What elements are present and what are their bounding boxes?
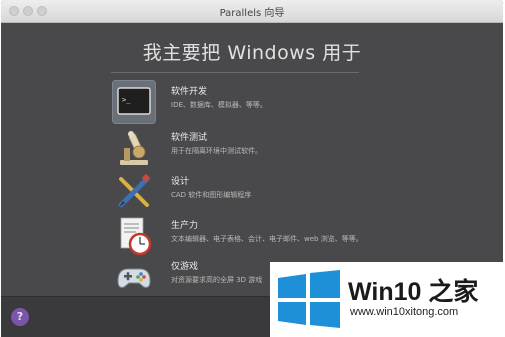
svg-text:>_: >_ [122,96,131,104]
option-description: 用于在隔离环境中测试软件。 [171,147,262,155]
option-description: IDE、数据库、模拟器、等等。 [171,101,267,109]
option-title: 软件测试 [171,133,208,143]
watermark-brand: Win10 之家 [348,278,479,306]
option-icon-box [112,126,156,170]
design-tools-icon [118,173,151,208]
option-title: 仅游戏 [171,262,199,272]
watermark: Win10 之家 www.win10xitong.com [270,262,505,337]
option-design[interactable]: 设计 CAD 软件和图形编辑程序 [112,170,392,214]
option-title: 生产力 [171,221,199,231]
option-icon-box [112,170,156,214]
terminal-icon: >_ [117,87,151,115]
microscope-icon [120,131,148,165]
windows-logo-icon [278,270,340,328]
page-title: 我主要把 Windows 用于 [142,42,362,64]
watermark-url: www.win10xitong.com [350,306,459,318]
option-icon-box: >_ [112,80,156,124]
option-productivity[interactable]: 生产力 文本编辑器、电子表格、会计、电子邮件、web 浏览、等等。 [112,214,392,258]
option-software-development[interactable]: >_ 软件开发 IDE、数据库、模拟器、等等。 [112,80,392,124]
option-description: 对资源要求高的全屏 3D 游戏 [171,276,263,284]
option-title: 设计 [171,177,190,187]
option-title: 软件开发 [171,87,208,97]
help-button[interactable]: ? [11,308,29,326]
title-bar: Parallels 向导 [1,0,503,23]
option-description: 文本编辑器、电子表格、会计、电子邮件、web 浏览、等等。 [171,235,363,243]
title-divider [111,72,359,73]
option-icon-box [112,255,156,299]
option-software-testing[interactable]: 软件测试 用于在隔离环境中测试软件。 [112,126,392,170]
window-title: Parallels 向导 [219,8,285,19]
option-icon-box [112,214,156,258]
document-clock-icon [120,217,152,256]
option-description: CAD 软件和图形编辑程序 [171,191,252,199]
gamepad-icon [117,268,151,288]
